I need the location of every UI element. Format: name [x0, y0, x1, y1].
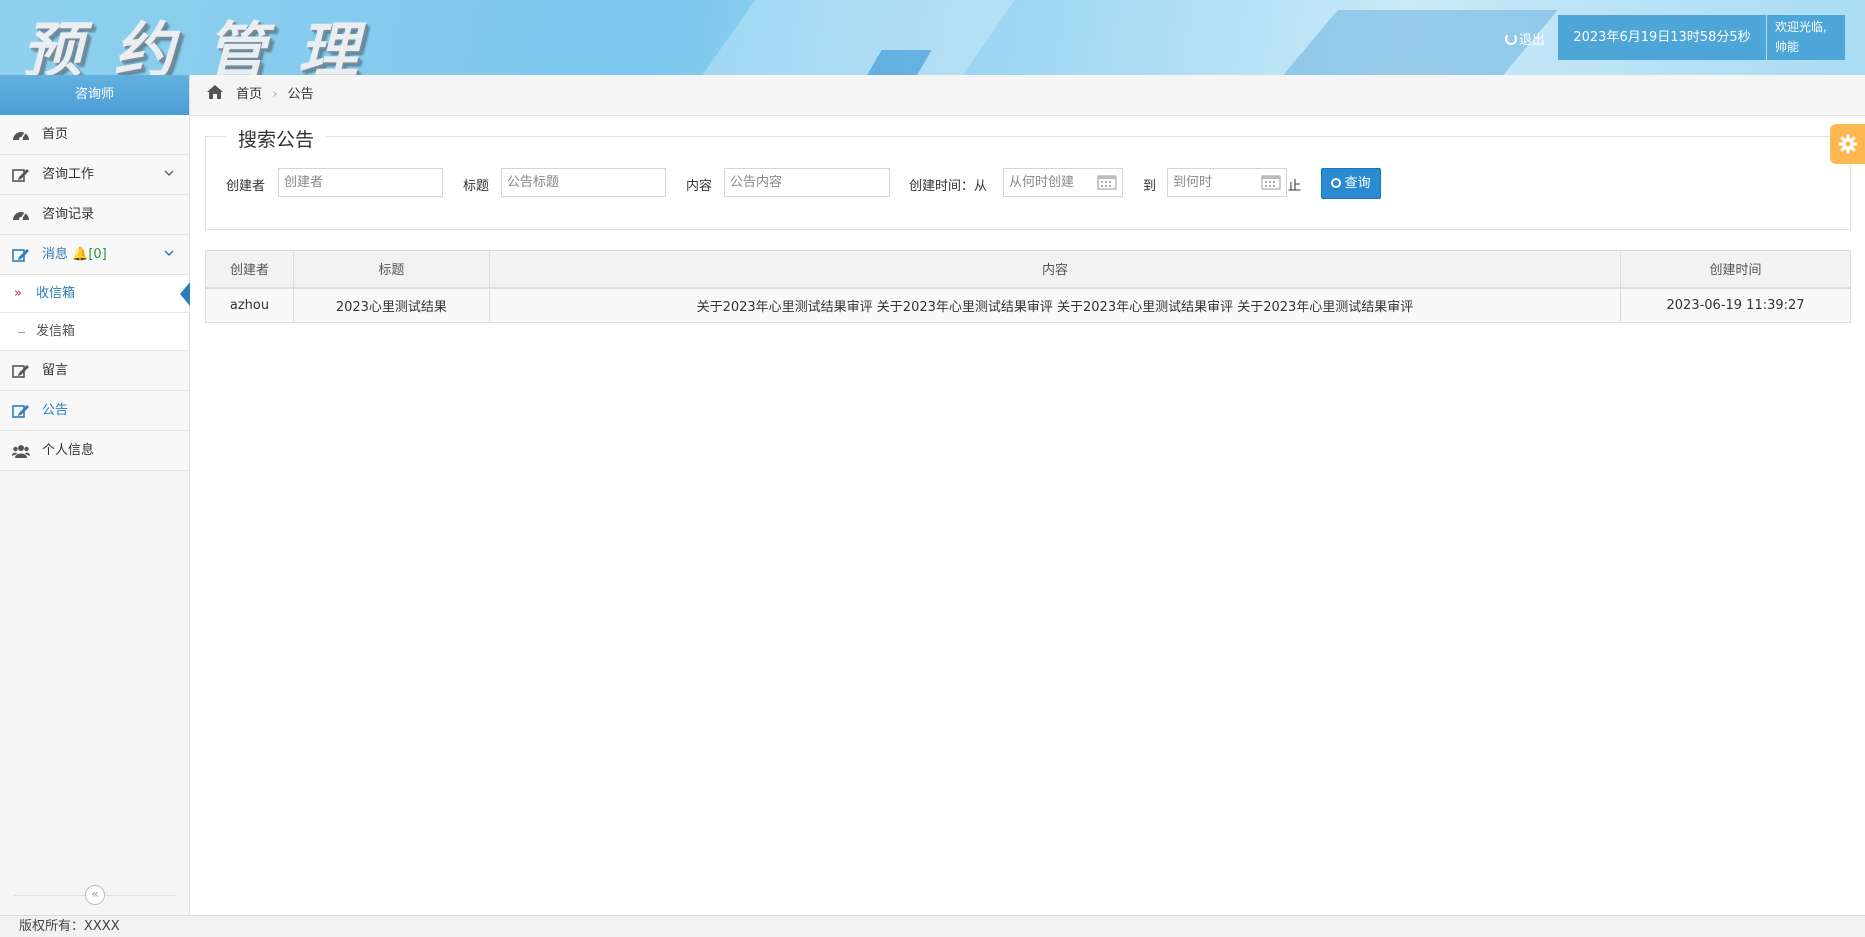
- sidebar-item-consult-records[interactable]: 咨询记录: [0, 195, 189, 235]
- sidebar-item-label: 消息: [42, 247, 69, 262]
- announcement-table: 创建者 标题 内容 创建时间 azhou 2023心里测试结果 关于2023年心…: [205, 250, 1851, 323]
- sidebar-item-label: 留言: [42, 363, 69, 378]
- sidebar-collapse: «: [0, 885, 190, 905]
- breadcrumb-home[interactable]: 首页: [236, 87, 262, 102]
- calendar-icon[interactable]: [1261, 174, 1281, 190]
- cell-created-time: 2023-06-19 11:39:27: [1620, 287, 1851, 323]
- sidebar-item-messages[interactable]: 消息 🔔[0]: [0, 235, 189, 275]
- title-label: 标题: [463, 179, 490, 194]
- dashboard-icon: [13, 212, 29, 221]
- query-button-label: 查询: [1344, 176, 1371, 191]
- footer-copyright: 版权所有：XXXX: [0, 915, 1865, 937]
- breadcrumb-current: 公告: [287, 87, 314, 102]
- header-decoration: [670, 0, 1030, 75]
- double-chevron-right-icon: »: [14, 286, 22, 301]
- welcome-greeting: 欢迎光临,: [1775, 20, 1827, 34]
- logout-button[interactable]: 退出: [1505, 29, 1545, 48]
- edit-icon: [12, 169, 29, 182]
- message-count-badge: [0]: [88, 247, 107, 262]
- top-header: 预约管理 退出 2023年6月19日13时58分5秒 欢迎光临, 帅能: [0, 0, 1865, 75]
- power-icon: [1505, 33, 1517, 45]
- sidebar-subitem-inbox[interactable]: » 收信箱: [0, 275, 190, 313]
- sidebar-item-guestbook[interactable]: 留言: [0, 351, 189, 391]
- date-until-label: 止: [1288, 179, 1302, 194]
- sidebar-item-label: 公告: [42, 403, 69, 418]
- search-icon: [1331, 178, 1342, 188]
- table-row[interactable]: azhou 2023心里测试结果 关于2023年心里测试结果审评 关于2023年…: [205, 287, 1851, 323]
- table-header-row: 创建者 标题 内容 创建时间: [205, 250, 1851, 289]
- column-header-created-time[interactable]: 创建时间: [1620, 250, 1851, 289]
- settings-toggle[interactable]: [1830, 124, 1865, 164]
- sidebar-item-label: 个人信息: [42, 443, 95, 458]
- sidebar-subitem-label: 发信箱: [36, 324, 76, 339]
- creator-input[interactable]: [278, 168, 443, 197]
- sidebar-subitem-label: 收信箱: [36, 286, 76, 301]
- sidebar-item-consult-work[interactable]: 咨询工作: [0, 155, 189, 195]
- cell-creator: azhou: [205, 287, 294, 323]
- dashboard-icon: [13, 132, 29, 141]
- edit-icon: [12, 405, 29, 418]
- collapse-sidebar-icon[interactable]: «: [85, 885, 105, 905]
- sidebar-item-label: 咨询记录: [42, 207, 95, 222]
- breadcrumb-separator-icon: ›: [272, 87, 278, 102]
- sidebar-item-announcements[interactable]: 公告: [0, 391, 189, 431]
- edit-icon: [12, 365, 29, 378]
- breadcrumb: 首页 › 公告: [190, 75, 1865, 116]
- content-input[interactable]: [724, 168, 890, 197]
- sidebar-item-label: 咨询工作: [42, 167, 95, 182]
- cell-content: 关于2023年心里测试结果审评 关于2023年心里测试结果审评 关于2023年心…: [488, 287, 1622, 323]
- edit-icon: [12, 249, 29, 262]
- sidebar-item-label: 首页: [42, 127, 69, 142]
- created-time-label: 创建时间：从: [909, 179, 988, 194]
- sidebar: 咨询师 首页 咨询工作 咨询记录 消息 🔔[0] » 收信箱 发信箱 留言 公告: [0, 75, 190, 915]
- title-input[interactable]: [501, 168, 666, 197]
- search-panel: 搜索公告 创建者 标题 内容 创建时间：从 到 止 查询: [205, 125, 1851, 230]
- search-panel-title: 搜索公告: [226, 125, 327, 152]
- date-to-label: 到: [1143, 179, 1157, 194]
- welcome-user: 欢迎光临, 帅能: [1767, 15, 1845, 60]
- sidebar-subitem-outbox[interactable]: 发信箱: [0, 313, 189, 351]
- logout-label: 退出: [1519, 33, 1546, 48]
- sidebar-item-home[interactable]: 首页: [0, 115, 189, 155]
- sidebar-item-profile[interactable]: 个人信息: [0, 431, 189, 471]
- column-header-title[interactable]: 标题: [292, 250, 490, 289]
- current-time: 2023年6月19日13时58分5秒: [1558, 15, 1766, 60]
- bell-icon: 🔔: [72, 247, 89, 262]
- cell-title: 2023心里测试结果: [292, 287, 490, 323]
- app-logo: 预约管理: [22, 16, 390, 75]
- calendar-icon[interactable]: [1097, 174, 1117, 190]
- dash-icon: [18, 332, 25, 333]
- column-header-creator[interactable]: 创建者: [205, 250, 294, 289]
- gear-icon: [1838, 134, 1858, 154]
- active-caret-icon: [180, 282, 190, 306]
- chevron-down-icon: [164, 250, 174, 257]
- home-icon: [207, 85, 223, 99]
- sidebar-role-title: 咨询师: [0, 75, 189, 115]
- users-icon: [12, 445, 30, 458]
- welcome-username: 帅能: [1775, 40, 1800, 54]
- query-button[interactable]: 查询: [1321, 168, 1381, 199]
- chevron-down-icon: [164, 170, 174, 177]
- content-label: 内容: [686, 179, 713, 194]
- creator-label: 创建者: [226, 179, 266, 194]
- column-header-content[interactable]: 内容: [488, 250, 1622, 289]
